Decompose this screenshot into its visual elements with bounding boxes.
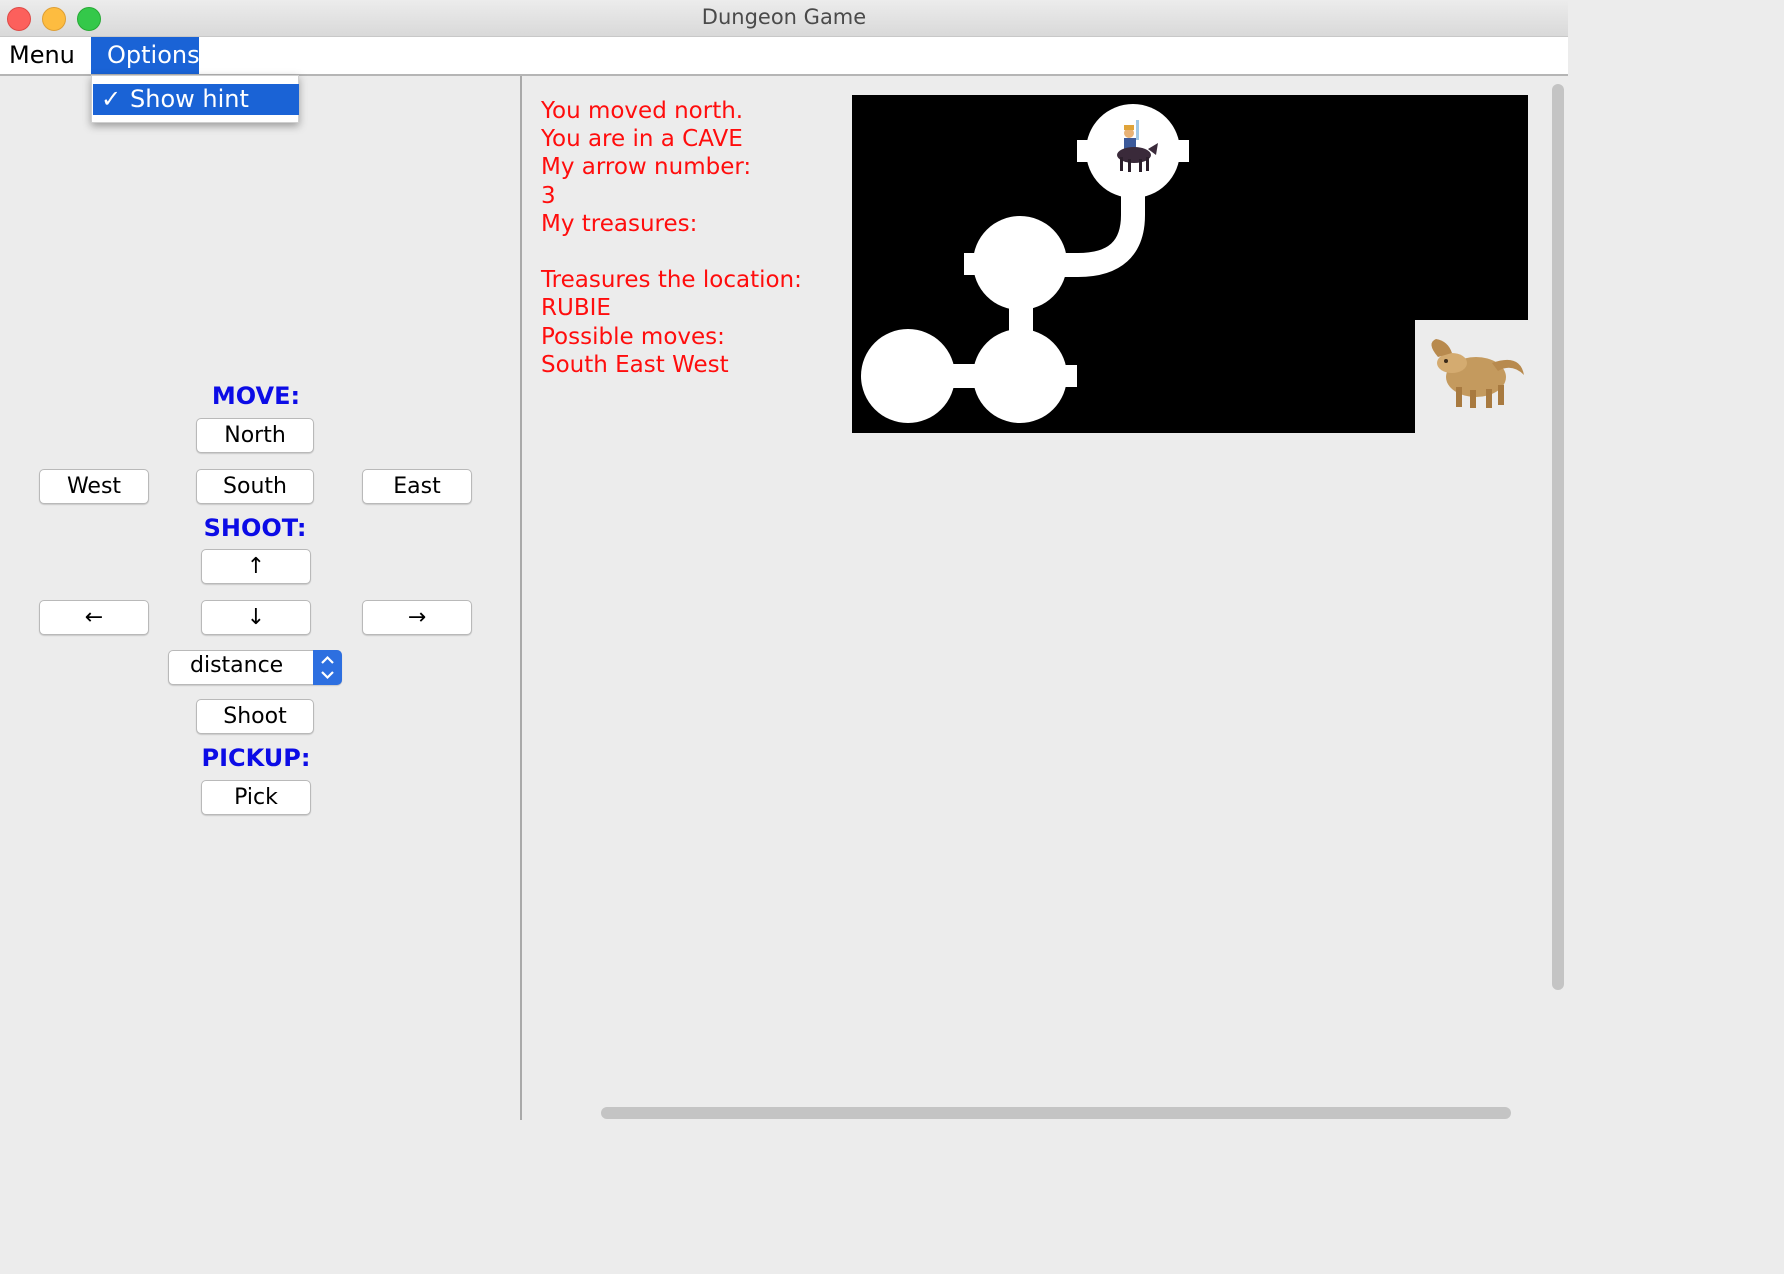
horizontal-scrollbar-thumb[interactable]	[601, 1107, 1511, 1119]
checkmark-icon: ✓	[101, 85, 122, 113]
pickup-label: PICKUP:	[201, 744, 311, 772]
status-line: Treasures the location:	[541, 267, 802, 294]
distance-select[interactable]: distance	[168, 650, 342, 685]
status-line	[541, 238, 802, 266]
distance-select-value: distance	[190, 653, 284, 678]
title-bar: Dungeon Game	[0, 0, 1568, 37]
move-label: MOVE:	[211, 382, 301, 410]
status-line: You moved north.	[541, 98, 744, 124]
shoot-button[interactable]: Shoot	[196, 699, 314, 734]
pick-button[interactable]: Pick	[201, 780, 311, 815]
west-button[interactable]: West	[39, 469, 149, 504]
status-line: My treasures:	[541, 210, 698, 237]
status-line: My arrow number:	[541, 154, 752, 181]
north-button[interactable]: North	[196, 418, 314, 453]
dungeon-map	[852, 95, 1528, 433]
otyugh-monster-icon	[1431, 339, 1524, 408]
status-line: RUBIE	[541, 295, 611, 322]
status-line: Possible moves:	[541, 323, 725, 350]
shoot-east-button[interactable]: →	[362, 600, 472, 635]
options-dropdown: ✓ Show hint	[91, 75, 299, 123]
vertical-scrollbar-thumb[interactable]	[1552, 84, 1564, 990]
east-button[interactable]: East	[362, 469, 472, 504]
south-button[interactable]: South	[196, 469, 314, 504]
shoot-label: SHOOT:	[203, 514, 307, 542]
status-line: 3	[541, 182, 556, 209]
menu-options[interactable]: Options	[91, 37, 200, 74]
menu-bar: Menu Options	[0, 37, 1568, 76]
shoot-west-button[interactable]: ←	[39, 600, 149, 635]
show-hint-menu-item[interactable]: ✓ Show hint	[93, 84, 299, 115]
shoot-north-button[interactable]: ↑	[201, 549, 311, 584]
select-stepper-icon	[313, 650, 342, 685]
status-line: South East West	[541, 351, 729, 378]
menu-menu[interactable]: Menu	[0, 37, 84, 74]
window-title: Dungeon Game	[701, 5, 867, 29]
control-panel	[0, 76, 520, 1120]
status-text: You moved north. You are in a CAVE My ar…	[541, 97, 802, 379]
shoot-south-button[interactable]: ↓	[201, 600, 311, 635]
show-hint-label: Show hint	[130, 85, 249, 113]
status-line: You are in a CAVE	[541, 126, 743, 153]
